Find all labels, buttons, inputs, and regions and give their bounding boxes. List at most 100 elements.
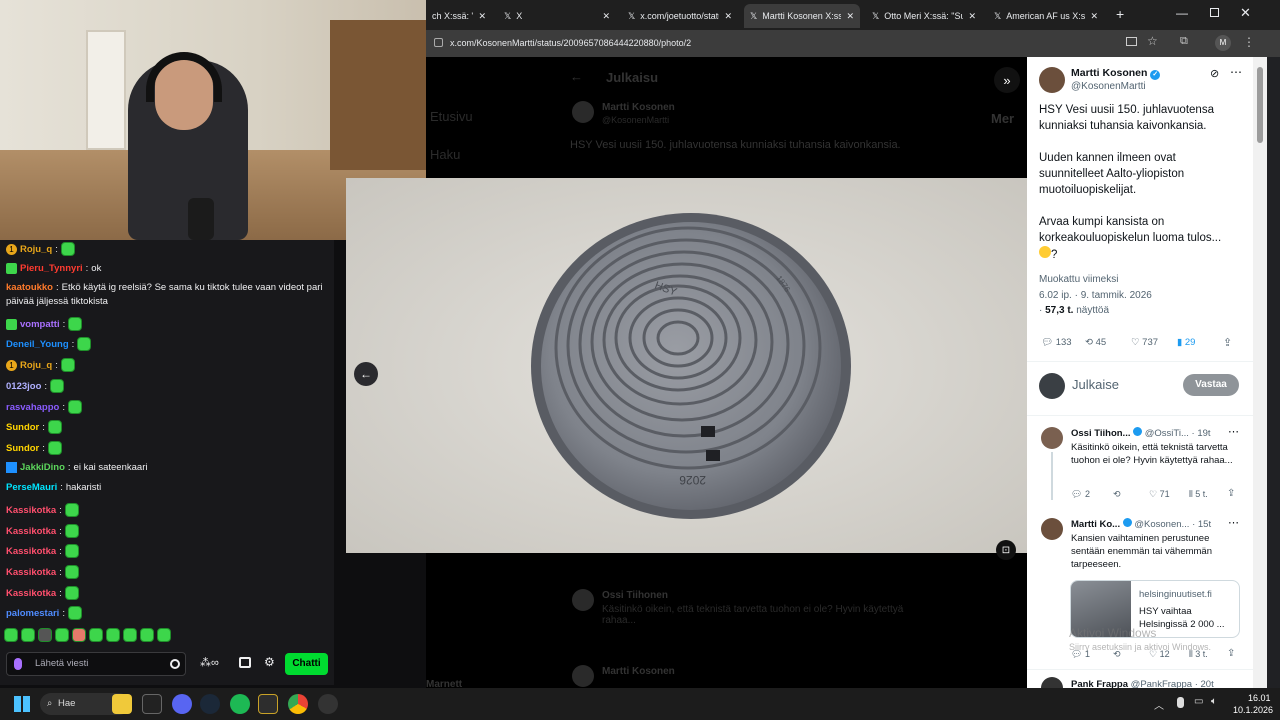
tab-close-icon[interactable]: ✕ (602, 11, 610, 22)
previous-photo-button[interactable]: ← (354, 362, 378, 386)
reply2-header[interactable]: Martti Ko... @Kosonen... · 15t (1071, 518, 1211, 530)
new-tab-button[interactable]: + (1116, 6, 1124, 22)
reply2-more-icon[interactable]: ⋯ (1228, 516, 1239, 529)
chat-username[interactable]: Deneil_Young (6, 339, 69, 350)
chat-username[interactable]: Sundor (6, 443, 39, 454)
chat-username[interactable]: Kassikotka (6, 546, 56, 557)
tab-close-icon[interactable]: ✕ (1090, 11, 1098, 22)
extensions-icon[interactable]: ⧉ (1180, 35, 1188, 48)
channel-points-icon[interactable]: ⁂∞ (200, 656, 219, 669)
reply2-share-icon[interactable]: ⇪ (1227, 648, 1235, 659)
discord-icon[interactable] (172, 694, 192, 714)
bookmark-action[interactable]: ▮ 29 (1177, 337, 1195, 348)
scrollbar-thumb[interactable] (1257, 67, 1263, 143)
panel-scrollbar[interactable] (1253, 57, 1267, 688)
reply2-avatar[interactable] (1041, 518, 1063, 540)
reply1-replies[interactable]: 💬︎ 2 (1071, 489, 1090, 500)
file-explorer-icon[interactable] (112, 694, 132, 714)
bg-reply1-avatar (572, 589, 594, 611)
browser-tab[interactable]: 𝕏x.com/joetuotto/statu ✕ (622, 4, 738, 28)
browser-tab[interactable]: 𝕏 Otto Meri X:ssä: "Suo ✕ (866, 4, 982, 28)
chat-username[interactable]: JakkiDino (20, 462, 65, 473)
reply1-views[interactable]: ⫴ 5 t. (1189, 489, 1208, 500)
chat-send-button[interactable]: Chatti (285, 653, 328, 675)
site-info-icon[interactable] (434, 38, 443, 47)
app-icon-1[interactable] (142, 694, 162, 714)
settings-icon[interactable]: ⚙ (264, 655, 275, 669)
share-icon[interactable]: ⇪ (1223, 336, 1232, 349)
clock-date[interactable]: 10.1.2026 (1233, 705, 1273, 715)
browser-tab[interactable]: 𝕏 American AF us X:ssä ✕ (988, 4, 1104, 28)
chat-username[interactable]: Sundor (6, 422, 39, 433)
app-icon-2[interactable] (258, 694, 278, 714)
close-window-button[interactable]: ✕ (1240, 5, 1251, 21)
chat-username[interactable]: Kassikotka (6, 505, 56, 516)
minimize-button[interactable]: — (1176, 6, 1188, 20)
reply-input[interactable]: Julkaise (1072, 377, 1119, 392)
grok-icon[interactable]: ⊘ (1210, 67, 1219, 80)
obs-icon[interactable] (318, 694, 338, 714)
chat-username[interactable]: Kassikotka (6, 588, 56, 599)
chat-username[interactable]: vompatti (20, 319, 60, 330)
chat-username[interactable]: rasvahappo (6, 402, 59, 413)
tray-network-icon[interactable]: ▭ (1194, 696, 1203, 707)
install-icon[interactable] (1126, 37, 1137, 46)
chat-username[interactable]: 0123joo (6, 381, 41, 392)
x-logo-icon: 𝕏 (994, 10, 1002, 21)
chrome-icon[interactable] (288, 694, 308, 714)
bookmark-star-icon[interactable]: ☆ (1147, 34, 1158, 48)
store-icon[interactable] (239, 657, 251, 668)
reply1-share-icon[interactable]: ⇪ (1227, 488, 1235, 499)
browser-tab[interactable]: 𝕏 X ✕ (498, 4, 616, 28)
reply-button[interactable]: Vastaa (1183, 374, 1239, 396)
chat-username[interactable]: kaatoukko (6, 282, 53, 293)
maximize-button[interactable] (1210, 8, 1219, 17)
tab-close-icon[interactable]: ✕ (846, 11, 854, 22)
retweet-action[interactable]: ⟲ 45 (1085, 337, 1106, 348)
chat-username[interactable]: Kassikotka (6, 567, 56, 578)
collapse-sidebar-button[interactable]: » (994, 67, 1020, 93)
reply1-retweet-icon[interactable]: ⟲ (1113, 489, 1121, 500)
chat-input[interactable]: Lähetä viesti (6, 652, 186, 676)
tab-close-icon[interactable]: ✕ (968, 11, 976, 22)
tab-close-icon[interactable]: ✕ (724, 11, 732, 22)
url-field[interactable]: x.com/KosonenMartti/status/2009657086444… (432, 33, 1172, 53)
tray-mic-icon[interactable] (1177, 697, 1184, 708)
reply1-header[interactable]: Ossi Tiihon... @OssiTi... · 19t (1071, 427, 1211, 439)
spotify-icon[interactable] (230, 694, 250, 714)
author-avatar[interactable] (1039, 67, 1065, 93)
bg-text: HSY Vesi uusii 150. juhlavuotensa kunnia… (570, 139, 901, 151)
tray-volume-icon[interactable]: 🔈︎ (1211, 696, 1217, 707)
chat-username[interactable]: palomestari (6, 608, 59, 619)
clock-time[interactable]: 16.01 (1248, 693, 1271, 703)
profile-avatar[interactable]: M (1215, 35, 1231, 51)
browser-tab[interactable]: ch X:ssä: " 🇬🇧 ✕ (426, 4, 492, 28)
browser-menu-icon[interactable]: ⋮ (1243, 35, 1255, 49)
author-name[interactable]: Martti Kosonen ✓ (1071, 67, 1161, 80)
chat-username[interactable]: Kassikotka (6, 526, 56, 537)
emoji-icon[interactable] (170, 659, 180, 669)
chat-username[interactable]: Pieru_Tynnyri (20, 263, 83, 274)
more-options-icon[interactable]: ⋯ (1230, 65, 1242, 79)
image-options-icon[interactable]: ⊡ (996, 540, 1016, 560)
mic-icon[interactable] (14, 658, 22, 670)
chat-username[interactable]: PerseMauri (6, 482, 57, 493)
reply1-more-icon[interactable]: ⋯ (1228, 425, 1239, 438)
x-logo-icon: 𝕏 (750, 10, 758, 21)
chat-username[interactable]: Roju_q (20, 360, 52, 371)
tab-close-icon[interactable]: ✕ (478, 11, 486, 22)
reply1-likes[interactable]: ♡ 71 (1149, 489, 1170, 500)
reply-action[interactable]: 💬︎ 133 (1041, 337, 1072, 348)
browser-tab[interactable]: 𝕏 Martti Kosonen X:ssä: ✕ (744, 4, 860, 28)
chat-username[interactable]: Roju_q (20, 244, 52, 255)
edited-label[interactable]: Muokattu viimeksi (1039, 274, 1118, 285)
like-action[interactable]: ♡ 737 (1131, 337, 1158, 348)
chat-message: Kassikotka: (6, 565, 79, 579)
tweet-photo[interactable]: HSY 2026 1876 (346, 178, 1027, 553)
windows-start-icon[interactable] (14, 696, 30, 712)
steam-icon[interactable] (200, 694, 220, 714)
tray-chevron-icon[interactable]: ︿ (1154, 697, 1164, 712)
reply1-avatar[interactable] (1041, 427, 1063, 449)
author-handle[interactable]: @KosonenMartti (1071, 81, 1146, 92)
timestamp[interactable]: 6.02 ip. · 9. tammik. 2026 (1039, 290, 1152, 301)
